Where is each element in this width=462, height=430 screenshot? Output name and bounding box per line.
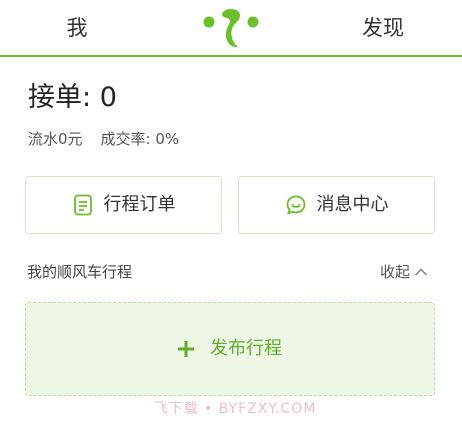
tab-discover[interactable]: 发现 — [348, 14, 418, 42]
chevron-up-icon — [415, 268, 428, 276]
chat-bubble-icon — [286, 195, 305, 215]
stats-row: 流水0元 成交率: 0% — [28, 128, 179, 150]
my-trips-heading: 我的顺风车行程 — [27, 263, 133, 281]
message-center-button[interactable]: 消息中心 — [238, 176, 435, 234]
publish-trip-button[interactable]: 发布行程 — [25, 302, 435, 396]
plus-icon — [178, 341, 194, 357]
success-rate-text: 成交率: 0% — [100, 130, 180, 148]
collapse-toggle[interactable]: 收起 — [380, 261, 438, 283]
watermark-text: 飞下载 • BYFZXY.COM — [153, 401, 317, 417]
message-center-label: 消息中心 — [316, 194, 389, 215]
orders-count: 0 — [99, 82, 117, 113]
trip-orders-label: 行程订单 — [103, 194, 176, 215]
orders-separator: : — [82, 82, 92, 113]
collapse-label: 收起 — [380, 263, 411, 281]
top-nav-bar: 我 发现 — [0, 0, 462, 57]
trip-orders-button[interactable]: 行程订单 — [25, 176, 222, 234]
sprout-logo-icon — [203, 9, 259, 48]
tab-me[interactable]: 我 — [55, 14, 99, 42]
orders-label: 接单 — [28, 82, 82, 113]
turnover-text: 流水0元 — [28, 130, 83, 148]
orders-count-heading: 接单: 0 — [28, 80, 117, 116]
publish-trip-label: 发布行程 — [210, 338, 282, 359]
document-icon — [73, 194, 92, 216]
header-divider — [0, 55, 462, 57]
